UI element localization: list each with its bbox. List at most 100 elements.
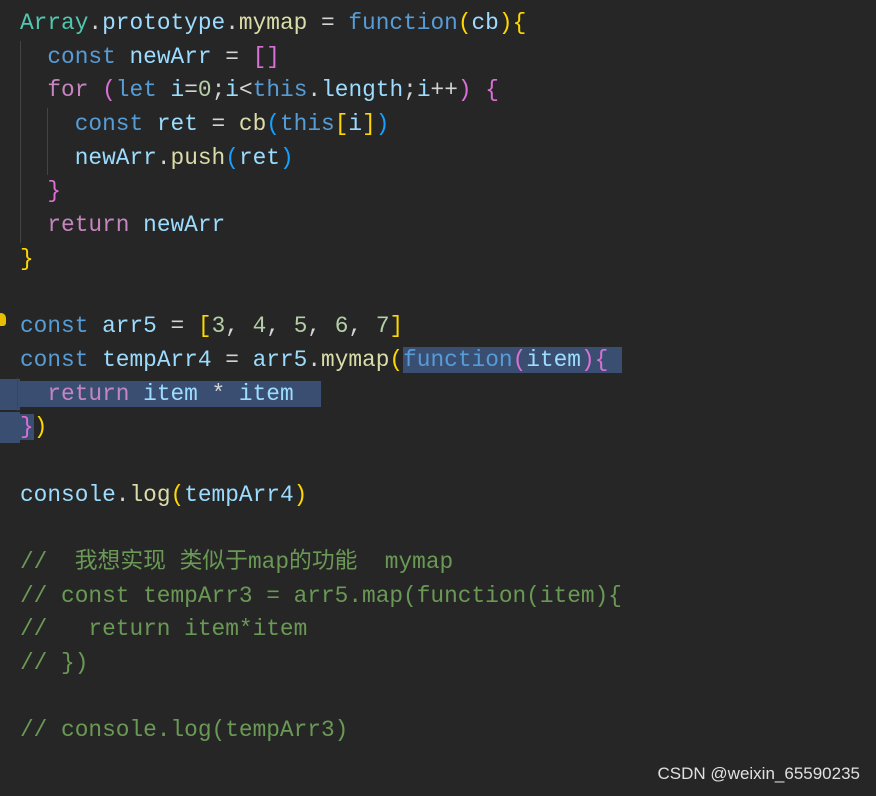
code-token: this <box>279 111 335 138</box>
code-token: 6 <box>334 313 349 340</box>
code-token <box>293 380 322 407</box>
code-token: ) <box>293 481 308 508</box>
code-token: , <box>348 313 376 340</box>
code-token: { <box>485 77 499 104</box>
code-token: i <box>225 77 239 104</box>
code-token: const <box>47 43 130 70</box>
code-token: this <box>252 77 308 104</box>
code-token: . <box>307 77 322 104</box>
code-token: = <box>211 346 253 373</box>
code-token: = <box>197 111 239 138</box>
code-line[interactable]: // 我想实现 类似于map的功能 mymap <box>0 546 876 580</box>
code-token: . <box>156 144 171 171</box>
code-line[interactable]: newArr.push(ret) <box>0 142 876 176</box>
code-token: 4 <box>252 313 267 340</box>
code-token: length <box>321 77 404 104</box>
code-token <box>608 346 623 373</box>
code-token: // }) <box>20 650 89 677</box>
code-token: ) <box>375 111 390 138</box>
code-line[interactable]: // }) <box>0 647 876 681</box>
code-line[interactable] <box>0 681 876 715</box>
code-token: ; <box>211 77 226 104</box>
code-token: ret <box>156 111 198 138</box>
code-token: i <box>348 111 363 138</box>
code-line[interactable]: const tempArr4 = arr5.mymap(function(ite… <box>0 344 876 378</box>
code-token: ( <box>170 481 185 508</box>
code-token: cb <box>471 10 499 36</box>
watermark: CSDN @weixin_65590235 <box>657 764 860 783</box>
code-line[interactable]: return item * item <box>0 378 876 412</box>
code-token: Array <box>20 10 89 36</box>
code-token: ] <box>362 111 376 138</box>
code-line[interactable]: const newArr = [] <box>0 41 876 75</box>
code-token: . <box>225 10 239 36</box>
code-token: ) <box>279 144 294 171</box>
code-line[interactable]: for (let i=0;i<this.length;i++) { <box>0 74 876 108</box>
code-token: cb <box>238 111 267 138</box>
code-token: ( <box>225 144 239 171</box>
code-token: console <box>20 481 116 508</box>
lightbulb-icon[interactable] <box>0 313 6 326</box>
code-token: const <box>20 346 103 373</box>
code-token: function <box>403 346 513 373</box>
code-token: = <box>211 43 253 70</box>
code-token <box>20 380 48 407</box>
code-token: item <box>238 380 294 407</box>
code-line[interactable] <box>0 445 876 479</box>
code-token: [ <box>334 111 349 138</box>
code-line[interactable]: } <box>0 243 876 277</box>
code-line[interactable]: console.log(tempArr4) <box>0 479 876 513</box>
code-token: = <box>184 77 198 104</box>
code-line[interactable]: return newArr <box>0 209 876 243</box>
code-token: 7 <box>375 313 390 340</box>
code-token: ++ <box>430 77 458 104</box>
code-line[interactable]: // const tempArr3 = arr5.map(function(it… <box>0 580 876 614</box>
code-line[interactable]: // return item*item <box>0 613 876 647</box>
code-token: { <box>594 346 609 373</box>
code-editor[interactable]: Array.prototype.mymap = function(cb){ co… <box>0 7 876 748</box>
code-token: i <box>416 77 431 104</box>
code-token: ( <box>389 346 404 373</box>
code-token: // console.log(tempArr3) <box>20 717 349 744</box>
code-token: for <box>47 77 103 104</box>
code-token: ) <box>457 77 472 104</box>
code-token: ) <box>498 10 513 36</box>
code-token: push <box>170 144 226 171</box>
code-token: arr5 <box>102 313 157 340</box>
code-line[interactable]: } <box>0 175 876 209</box>
code-token: mymap <box>238 10 308 36</box>
code-token: mymap <box>321 346 390 373</box>
code-line[interactable]: }) <box>0 411 876 445</box>
code-line[interactable]: const arr5 = [3, 4, 5, 6, 7] <box>0 310 876 344</box>
code-line[interactable] <box>0 512 876 546</box>
code-token: } <box>20 245 34 272</box>
indent-guide <box>47 108 48 175</box>
code-token: ret <box>238 144 280 171</box>
code-token: * <box>197 380 239 407</box>
code-token: newArr <box>129 43 212 70</box>
code-line[interactable]: // console.log(tempArr3) <box>0 714 876 748</box>
code-token: const <box>74 111 157 138</box>
code-line[interactable]: Array.prototype.mymap = function(cb){ <box>0 7 876 41</box>
code-token: . <box>88 10 103 36</box>
code-token: prototype <box>102 10 226 36</box>
code-token: } <box>20 414 34 441</box>
code-token: 5 <box>293 313 308 340</box>
code-token: [] <box>252 43 280 70</box>
code-token: , <box>225 313 253 340</box>
code-token: ; <box>403 77 417 104</box>
code-token: [ <box>197 313 212 340</box>
code-token: arr5 <box>252 346 308 373</box>
code-token: i <box>170 77 185 104</box>
code-token: , <box>307 313 335 340</box>
code-token: // 我想实现 类似于map的功能 mymap <box>20 549 454 575</box>
code-line[interactable] <box>0 277 876 311</box>
indent-guide <box>20 41 21 243</box>
code-token: // return item*item <box>20 616 308 643</box>
code-token: ( <box>512 346 527 373</box>
code-token: newArr <box>143 212 226 239</box>
code-line[interactable]: const ret = cb(this[i]) <box>0 108 876 142</box>
